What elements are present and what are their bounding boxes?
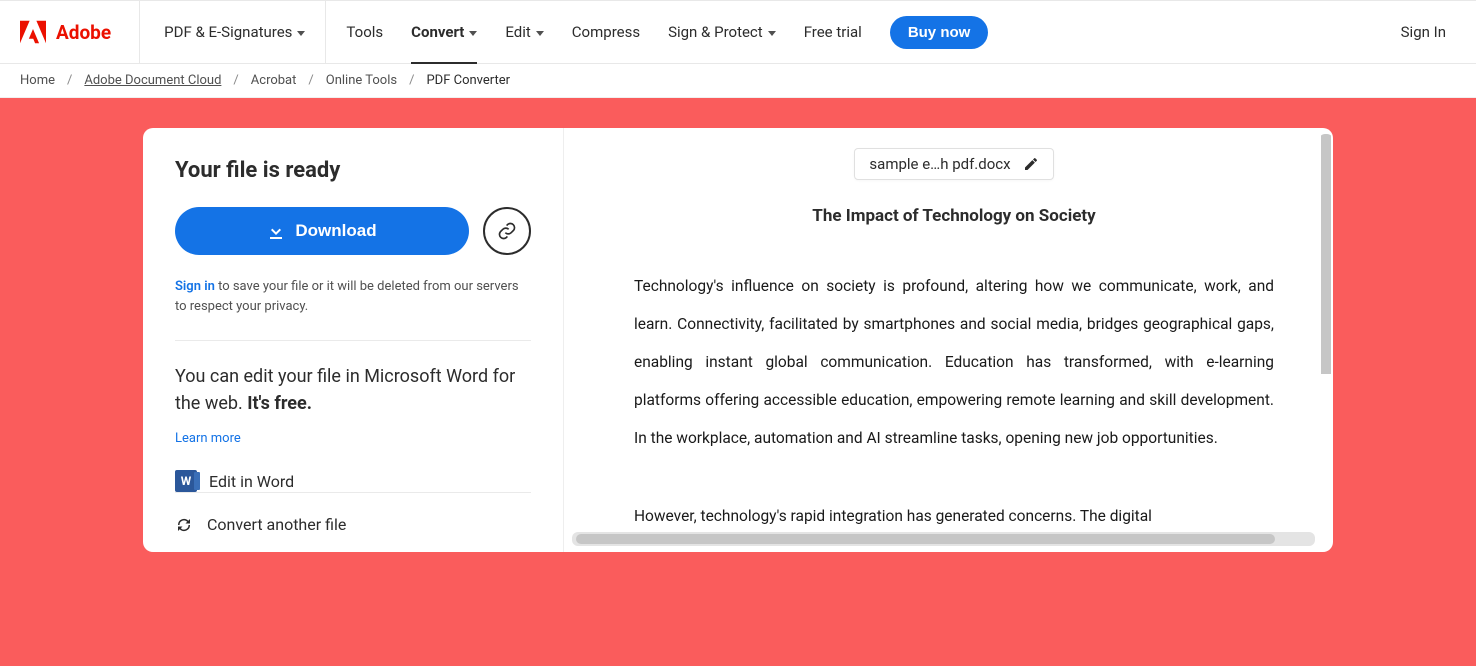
- adobe-logo-text: Adobe: [56, 21, 111, 44]
- nav-free-trial[interactable]: Free trial: [790, 1, 876, 63]
- nav-divider: [325, 1, 326, 63]
- filename-field[interactable]: sample e…h pdf.docx: [854, 148, 1053, 180]
- edit-in-word-button[interactable]: W Edit in Word: [175, 470, 531, 492]
- nav-pdf-esignatures[interactable]: PDF & E-Signatures: [150, 1, 319, 63]
- breadcrumb: Home / Adobe Document Cloud / Acrobat / …: [0, 64, 1476, 98]
- chevron-down-icon: [768, 31, 776, 36]
- convert-another-button[interactable]: Convert another file: [175, 492, 531, 534]
- chevron-down-icon: [469, 31, 477, 36]
- save-note: Sign in to save your file or it will be …: [175, 277, 531, 341]
- word-icon: W: [175, 470, 197, 492]
- adobe-logo[interactable]: Adobe: [20, 1, 140, 63]
- nav-sign-protect[interactable]: Sign & Protect: [654, 1, 790, 63]
- crumb-acrobat[interactable]: Acrobat: [251, 73, 297, 88]
- filename-text: sample e…h pdf.docx: [869, 155, 1010, 173]
- doc-paragraph: Technology's influence on society is pro…: [634, 268, 1274, 458]
- edit-blurb: You can edit your file in Microsoft Word…: [175, 363, 531, 417]
- result-title: Your file is ready: [175, 158, 531, 183]
- refresh-icon: [175, 516, 193, 534]
- preview-scroll[interactable]: sample e…h pdf.docx The Impact of Techno…: [564, 128, 1333, 552]
- crumb-online-tools[interactable]: Online Tools: [326, 73, 397, 88]
- top-nav: Adobe PDF & E-Signatures Tools Convert E…: [0, 0, 1476, 64]
- share-link-button[interactable]: [483, 207, 531, 255]
- nav-tools[interactable]: Tools: [332, 1, 397, 63]
- nav-convert[interactable]: Convert: [397, 1, 491, 63]
- link-icon: [497, 221, 517, 241]
- sign-in-link[interactable]: Sign In: [1391, 23, 1456, 41]
- download-icon: [267, 222, 285, 240]
- buy-now-button[interactable]: Buy now: [890, 16, 989, 49]
- chevron-down-icon: [536, 31, 544, 36]
- crumb-home[interactable]: Home: [20, 73, 55, 88]
- horizontal-scrollbar[interactable]: [572, 532, 1315, 546]
- adobe-logo-icon: [20, 20, 46, 44]
- doc-title: The Impact of Technology on Society: [634, 206, 1274, 226]
- document-content: The Impact of Technology on Society Tech…: [634, 206, 1274, 536]
- pencil-icon: [1023, 156, 1039, 172]
- chevron-down-icon: [297, 31, 305, 36]
- doc-paragraph: However, technology's rapid integration …: [634, 498, 1274, 536]
- crumb-current: PDF Converter: [426, 73, 510, 88]
- crumb-adobe-document-cloud[interactable]: Adobe Document Cloud: [84, 73, 221, 88]
- stage: Your file is ready Download Sign in to s…: [0, 98, 1476, 666]
- download-button[interactable]: Download: [175, 207, 469, 255]
- learn-more-link[interactable]: Learn more: [175, 431, 241, 446]
- nav-edit[interactable]: Edit: [491, 1, 557, 63]
- nav-compress[interactable]: Compress: [558, 1, 654, 63]
- primary-nav: PDF & E-Signatures Tools Convert Edit Co…: [150, 1, 988, 63]
- document-preview: sample e…h pdf.docx The Impact of Techno…: [563, 128, 1333, 552]
- result-panel: Your file is ready Download Sign in to s…: [143, 128, 563, 552]
- sign-in-inline-link[interactable]: Sign in: [175, 279, 215, 294]
